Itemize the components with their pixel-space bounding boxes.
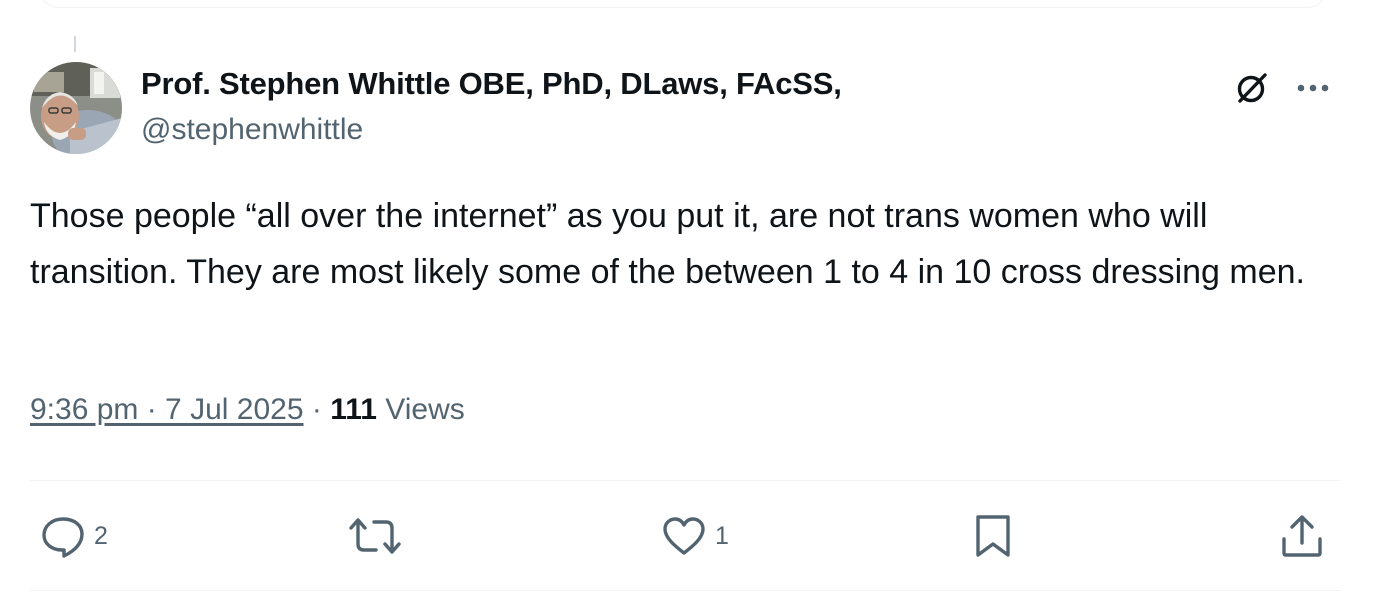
actions-bottom-divider: [30, 590, 1340, 591]
like-count: 1: [715, 521, 729, 550]
more-options-button[interactable]: [1293, 70, 1333, 106]
like-button[interactable]: 1: [661, 512, 729, 560]
tweet-metadata: 9:36 pm · 7 Jul 2025 · 111 Views: [30, 393, 465, 427]
share-icon: [1282, 515, 1322, 557]
tweet-text: Those people “all over the internet” as …: [30, 197, 1305, 291]
grok-icon: [1237, 73, 1267, 103]
author-display-name[interactable]: Prof. Stephen Whittle OBE, PhD, DLaws, F…: [141, 66, 842, 102]
actions-top-divider: [30, 480, 1340, 481]
profile-photo: [30, 62, 122, 154]
views-label: Views: [376, 393, 465, 426]
previous-tweet-card-edge: [40, 0, 1326, 8]
heart-icon: [663, 517, 705, 555]
repost-icon: [349, 518, 401, 554]
more-icon: [1297, 84, 1329, 92]
avatar[interactable]: [30, 62, 122, 154]
thread-connector-line: [74, 36, 76, 52]
author-handle[interactable]: @stephenwhittle: [141, 113, 363, 147]
bookmark-icon: [976, 515, 1010, 557]
share-button[interactable]: [1280, 512, 1324, 560]
meta-separator: ·: [303, 393, 331, 426]
reply-button[interactable]: 2: [40, 512, 108, 560]
reply-count: 2: [94, 521, 108, 550]
grok-button[interactable]: [1232, 68, 1272, 108]
views-count: 111: [330, 393, 377, 426]
tweet-timestamp-link[interactable]: 9:36 pm · 7 Jul 2025: [30, 393, 304, 426]
repost-button[interactable]: [348, 512, 410, 560]
bookmark-button[interactable]: [974, 512, 1012, 560]
reply-icon: [42, 517, 84, 558]
